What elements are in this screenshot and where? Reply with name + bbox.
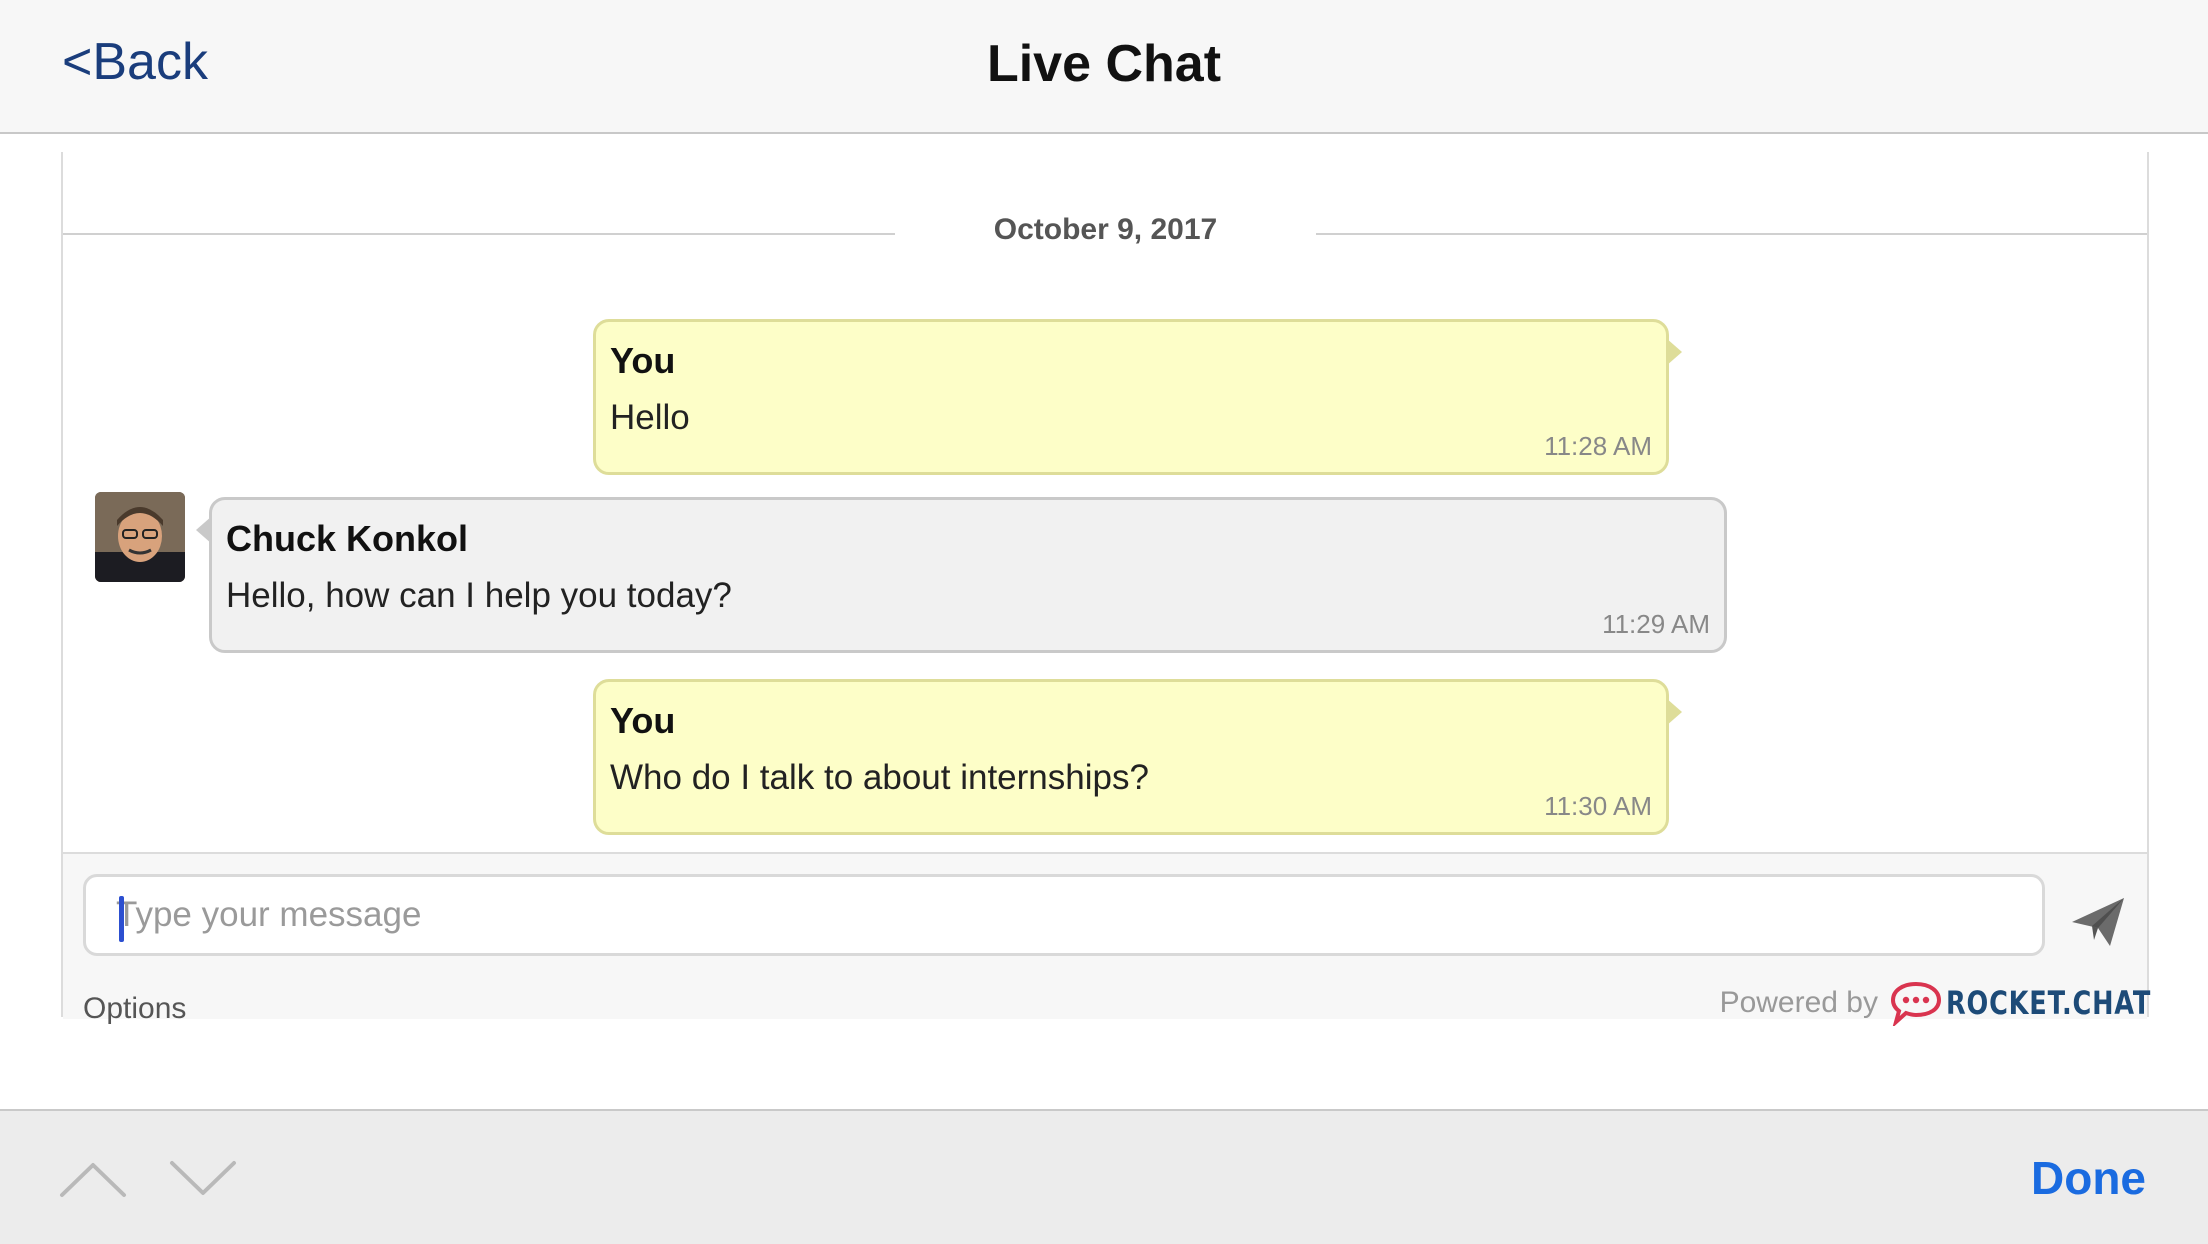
message-timestamp: 11:28 AM [1544, 431, 1652, 461]
bubble-tail [1666, 698, 1682, 726]
agent-avatar-icon [95, 492, 185, 582]
message-text: Hello [610, 398, 690, 437]
chevron-up-icon[interactable] [58, 1159, 128, 1199]
chat-window: October 9, 2017 You Hello 11:28 AM Chuck… [61, 152, 2150, 1026]
message-bubble-own: You Who do I talk to about internships? … [593, 679, 1682, 835]
message-text: Who do I talk to about internships? [610, 758, 1149, 797]
chevron-down-icon[interactable] [168, 1159, 238, 1199]
options-link[interactable]: Options [83, 992, 186, 1026]
rocket-chat-logo-icon [1890, 981, 1942, 1026]
message-author: Chuck Konkol [226, 518, 469, 559]
text-cursor [119, 896, 124, 942]
page-title: Live Chat [986, 35, 1222, 93]
keyboard-toolbar: Done [0, 1109, 2208, 1244]
powered-by-label: Powered by [1719, 986, 1878, 1019]
powered-by: Powered by ROCKET.CHAT [1719, 978, 2152, 1028]
bubble-tail [1666, 338, 1682, 366]
send-icon[interactable] [2070, 896, 2126, 948]
message-author: You [610, 700, 676, 741]
message-text: Hello, how can I help you today? [226, 576, 732, 615]
rocket-chat-brand: ROCKET.CHAT [1946, 984, 2152, 1022]
message-timestamp: 11:30 AM [1544, 791, 1652, 821]
navigation-bar: <Back Live Chat [0, 0, 2208, 134]
message-input[interactable] [83, 874, 2045, 956]
date-divider-label: October 9, 2017 [993, 213, 1218, 246]
message-timestamp: 11:29 AM [1602, 609, 1710, 639]
message-bubble-own: You Hello 11:28 AM [593, 319, 1682, 475]
done-button[interactable]: Done [2031, 1151, 2146, 1205]
message-bubble-agent: Chuck Konkol Hello, how can I help you t… [196, 497, 1727, 653]
date-divider-line [1316, 233, 2147, 235]
avatar [95, 492, 185, 582]
bubble-tail [196, 516, 212, 544]
message-composer: Options Powered by ROCKET.CHAT [63, 852, 2150, 1026]
date-divider-line [63, 233, 895, 235]
message-author: You [610, 340, 676, 381]
